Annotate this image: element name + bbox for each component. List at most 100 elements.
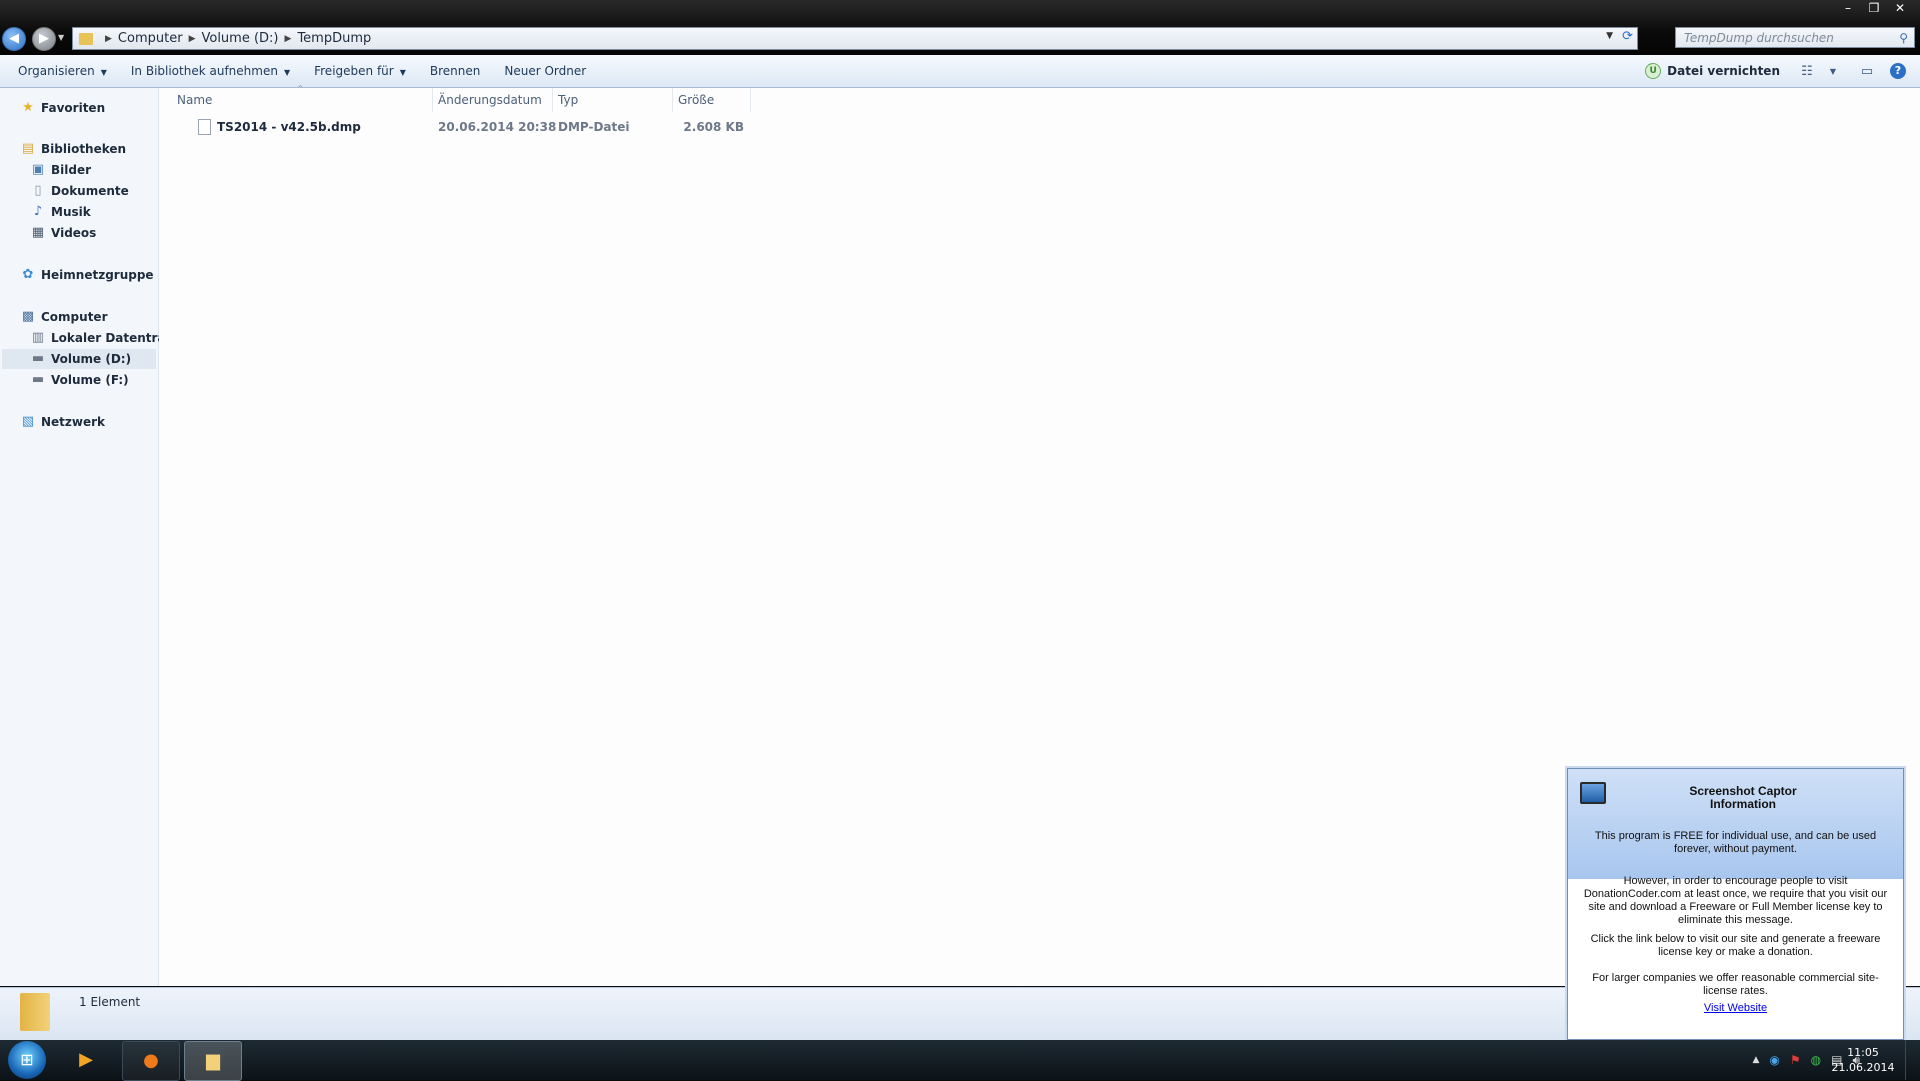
- nav-videos-label: Videos: [51, 226, 97, 240]
- popup-paragraph: For larger companies we offer reasonable…: [1592, 972, 1879, 997]
- chevron-right-icon[interactable]: ▶: [105, 34, 112, 44]
- chevron-down-icon: ▼: [100, 68, 107, 77]
- start-button[interactable]: ⊞: [8, 1041, 46, 1079]
- clock[interactable]: 11:05 21.06.2014: [1828, 1045, 1898, 1075]
- popup-title-line2: Information: [1710, 797, 1776, 811]
- taskbar-explorer[interactable]: ▆: [184, 1041, 242, 1081]
- minimize-button[interactable]: –: [1836, 0, 1860, 18]
- taskbar-media-player[interactable]: ▶: [58, 1041, 114, 1079]
- popup-paragraph: Click the link below to visit our site a…: [1590, 933, 1881, 958]
- monitor-icon: [1580, 782, 1606, 804]
- file-size: 2.608 KB: [683, 120, 744, 134]
- chevron-down-icon: ▼: [399, 68, 406, 77]
- include-library-label: In Bibliothek aufnehmen: [130, 64, 278, 78]
- column-divider[interactable]: [750, 88, 751, 112]
- nav-libraries[interactable]: ▤ Bibliotheken: [20, 139, 126, 159]
- nav-music[interactable]: ♪ Musik: [30, 202, 91, 222]
- view-options-icon[interactable]: ☷: [1794, 64, 1820, 79]
- refresh-icon[interactable]: ⟳: [1622, 29, 1633, 44]
- popup-title: Screenshot Captor Information: [1628, 785, 1858, 811]
- search-icon[interactable]: ⚲: [1899, 28, 1908, 49]
- shredder-icon: U: [1645, 63, 1662, 79]
- show-desktop-button[interactable]: [1905, 1040, 1920, 1080]
- chevron-right-icon[interactable]: ▶: [189, 34, 196, 44]
- burn-button[interactable]: Brennen: [418, 55, 492, 87]
- sync-icon[interactable]: ◉: [1769, 1053, 1779, 1067]
- preview-pane-icon[interactable]: ▭: [1854, 64, 1880, 79]
- system-drive-icon: ▥: [31, 330, 45, 345]
- explorer-folder-icon: ▆: [206, 1050, 220, 1071]
- column-header-type[interactable]: Typ: [558, 88, 668, 112]
- help-icon[interactable]: ?: [1890, 63, 1906, 79]
- nav-videos[interactable]: ▦ Videos: [30, 223, 96, 243]
- back-button[interactable]: ◀: [2, 27, 26, 51]
- homegroup-icon: ✿: [22, 267, 34, 282]
- share-with-label: Freigeben für: [314, 64, 394, 78]
- chevron-down-icon: ▼: [283, 68, 291, 77]
- info-popup: Screenshot Captor Information This progr…: [1567, 768, 1904, 1040]
- recent-pages-dropdown[interactable]: ▼: [58, 33, 64, 42]
- column-header-date[interactable]: Änderungsdatum: [438, 88, 548, 112]
- firefox-icon: ●: [143, 1050, 159, 1071]
- maximize-button[interactable]: ❐: [1862, 0, 1886, 18]
- chevron-right-icon[interactable]: ▶: [285, 34, 292, 44]
- close-button[interactable]: ✕: [1888, 0, 1912, 18]
- address-bar[interactable]: ▶ Computer ▶ Volume (D:) ▶ TempDump ▼ ⟳: [72, 27, 1638, 50]
- address-history-dropdown[interactable]: ▼: [1606, 31, 1613, 41]
- column-header-size[interactable]: Größe: [678, 88, 788, 112]
- visit-website-link[interactable]: Visit Website: [1568, 1002, 1903, 1014]
- breadcrumb-computer[interactable]: Computer: [118, 31, 183, 46]
- organize-menu[interactable]: Organisieren ▼: [0, 55, 119, 87]
- nav-computer-label: Computer: [41, 310, 108, 324]
- column-divider[interactable]: [552, 88, 553, 112]
- file-icon: [198, 119, 211, 135]
- search-input[interactable]: TempDump durchsuchen ⚲: [1675, 27, 1915, 48]
- nav-libraries-label: Bibliotheken: [41, 142, 127, 156]
- show-hidden-icons-icon[interactable]: ▲: [1752, 1055, 1759, 1065]
- nav-documents[interactable]: ▯ Dokumente: [30, 181, 129, 201]
- taskbar-firefox[interactable]: ●: [122, 1041, 180, 1081]
- breadcrumb-tempdump[interactable]: TempDump: [297, 31, 371, 46]
- media-player-icon: ▶: [79, 1049, 93, 1070]
- windows-logo-icon: ⊞: [20, 1050, 34, 1069]
- network-icon: ▧: [21, 414, 35, 429]
- clock-date: 21.06.2014: [1831, 1061, 1895, 1074]
- nav-pictures[interactable]: ▣ Bilder: [30, 160, 91, 180]
- nav-homegroup[interactable]: ✿ Heimnetzgruppe: [20, 265, 154, 285]
- search-placeholder: TempDump durchsuchen: [1684, 31, 1834, 45]
- include-in-library-menu[interactable]: In Bibliothek aufnehmen ▼: [119, 55, 302, 87]
- share-with-menu[interactable]: Freigeben für ▼: [302, 55, 418, 87]
- nav-volume-d[interactable]: ▬ Volume (D:): [2, 349, 156, 369]
- column-header-name[interactable]: Name: [177, 88, 427, 112]
- chevron-down-icon[interactable]: ▼: [1820, 67, 1846, 76]
- file-name-cell[interactable]: TS2014 - v42.5b.dmp: [198, 118, 361, 136]
- shred-label: Datei vernichten: [1667, 64, 1780, 78]
- nav-favorites[interactable]: ★ Favoriten: [20, 98, 105, 118]
- arrow-left-icon: ◀: [9, 31, 19, 46]
- nav-computer[interactable]: ▩ Computer: [20, 307, 108, 327]
- taskbar: ⊞ ▶ ● ▆ ▲ ◉ ⚑ ◍ ▤ 🔊︎ 11:05 21.06.2014: [0, 1040, 1920, 1081]
- nav-network[interactable]: ▧ Netzwerk: [20, 412, 105, 432]
- nav-music-label: Musik: [51, 205, 91, 219]
- toolbar-right: U Datei vernichten ☷ ▼ ▭ ?: [1645, 55, 1920, 87]
- organize-label: Organisieren: [18, 64, 95, 78]
- column-divider[interactable]: [672, 88, 673, 112]
- folder-icon: [79, 32, 93, 45]
- flag-alert-icon[interactable]: ⚑: [1790, 1053, 1801, 1067]
- library-icon: ▤: [21, 141, 35, 156]
- clock-time: 11:05: [1847, 1046, 1879, 1059]
- nav-documents-label: Dokumente: [51, 184, 129, 198]
- antivirus-icon[interactable]: ◍: [1811, 1053, 1821, 1067]
- nav-volume-d-label: Volume (D:): [51, 352, 132, 366]
- drive-icon: ▬: [31, 351, 45, 366]
- nav-favorites-label: Favoriten: [41, 101, 106, 115]
- nav-volume-f[interactable]: ▬ Volume (F:): [30, 370, 129, 390]
- popup-paragraph: This program is FREE for individual use,…: [1594, 830, 1877, 855]
- column-divider[interactable]: [432, 88, 433, 112]
- new-folder-button[interactable]: Neuer Ordner: [492, 55, 598, 87]
- nav-network-label: Netzwerk: [41, 415, 106, 429]
- shred-file-button[interactable]: U Datei vernichten: [1645, 63, 1780, 79]
- title-bar: – ❐ ✕ ◀ ▶ ▼ ▶ Computer ▶ Volume (D:) ▶ T…: [0, 0, 1920, 55]
- forward-button[interactable]: ▶: [32, 27, 56, 51]
- breadcrumb-volume-d[interactable]: Volume (D:): [201, 31, 278, 46]
